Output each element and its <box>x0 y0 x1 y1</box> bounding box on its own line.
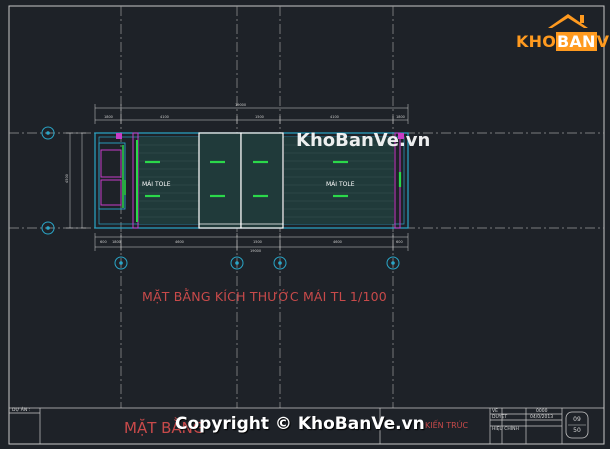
stair-lower <box>100 179 122 206</box>
row2-label: DUYỆT <box>492 415 508 420</box>
svg-text:1800: 1800 <box>396 115 405 119</box>
skylight-right <box>240 132 284 229</box>
stair-upper <box>100 149 122 178</box>
left-dimension-lines <box>66 132 86 229</box>
row1-label: VẼ <box>492 409 498 414</box>
watermark: KhoBanVe.vn <box>296 130 431 151</box>
svg-text:19000: 19000 <box>235 103 246 107</box>
row3-label: HIỆU CHỈNH <box>492 427 519 432</box>
downpipe-top <box>116 133 122 139</box>
row1-value: 0000 <box>536 409 548 414</box>
svg-text:4100: 4100 <box>330 115 339 119</box>
project-label: DỰ ÁN : <box>12 408 31 413</box>
logo-part-1: KHO <box>516 32 556 51</box>
drawing-subtitle: MẶT BẰNG KÍCH THƯỚC MÁI TL 1/100 <box>142 289 387 304</box>
svg-text:1800: 1800 <box>112 240 121 244</box>
row2-value: 04/0/2013 <box>530 415 554 420</box>
svg-text:1800: 1800 <box>104 115 113 119</box>
svg-text:4500: 4500 <box>65 174 69 183</box>
logo-part-3: VE <box>596 32 610 51</box>
svg-text:600: 600 <box>396 240 403 244</box>
cad-drawing-canvas: 19000 1800 4100 1500 4100 1800 600 1800 … <box>8 5 605 445</box>
top-dimension-lines <box>94 104 409 124</box>
svg-text:19000: 19000 <box>250 249 261 253</box>
svg-text:4100: 4100 <box>160 115 169 119</box>
svg-text:600: 600 <box>100 240 107 244</box>
sheet-total: 50 <box>573 427 581 434</box>
logo-text: KHOBANVE <box>516 32 610 51</box>
roof-label-left: MÁI TOLE <box>142 181 171 188</box>
category-label: KIẾN TRÚC <box>425 421 469 430</box>
copyright-watermark: Copyright © KhoBanVe.vn <box>175 414 425 434</box>
svg-text:4600: 4600 <box>333 240 342 244</box>
drawing-frame <box>8 5 605 445</box>
skylight-left <box>198 132 242 229</box>
logo-part-2: BAN <box>556 32 597 51</box>
svg-text:1500: 1500 <box>253 240 262 244</box>
logo: KHOBANVE <box>512 10 610 54</box>
svg-text:4600: 4600 <box>175 240 184 244</box>
sheet-number: 09 <box>573 416 581 423</box>
roof-label-right: MÁI TOLE <box>326 181 355 188</box>
svg-text:1500: 1500 <box>255 115 264 119</box>
